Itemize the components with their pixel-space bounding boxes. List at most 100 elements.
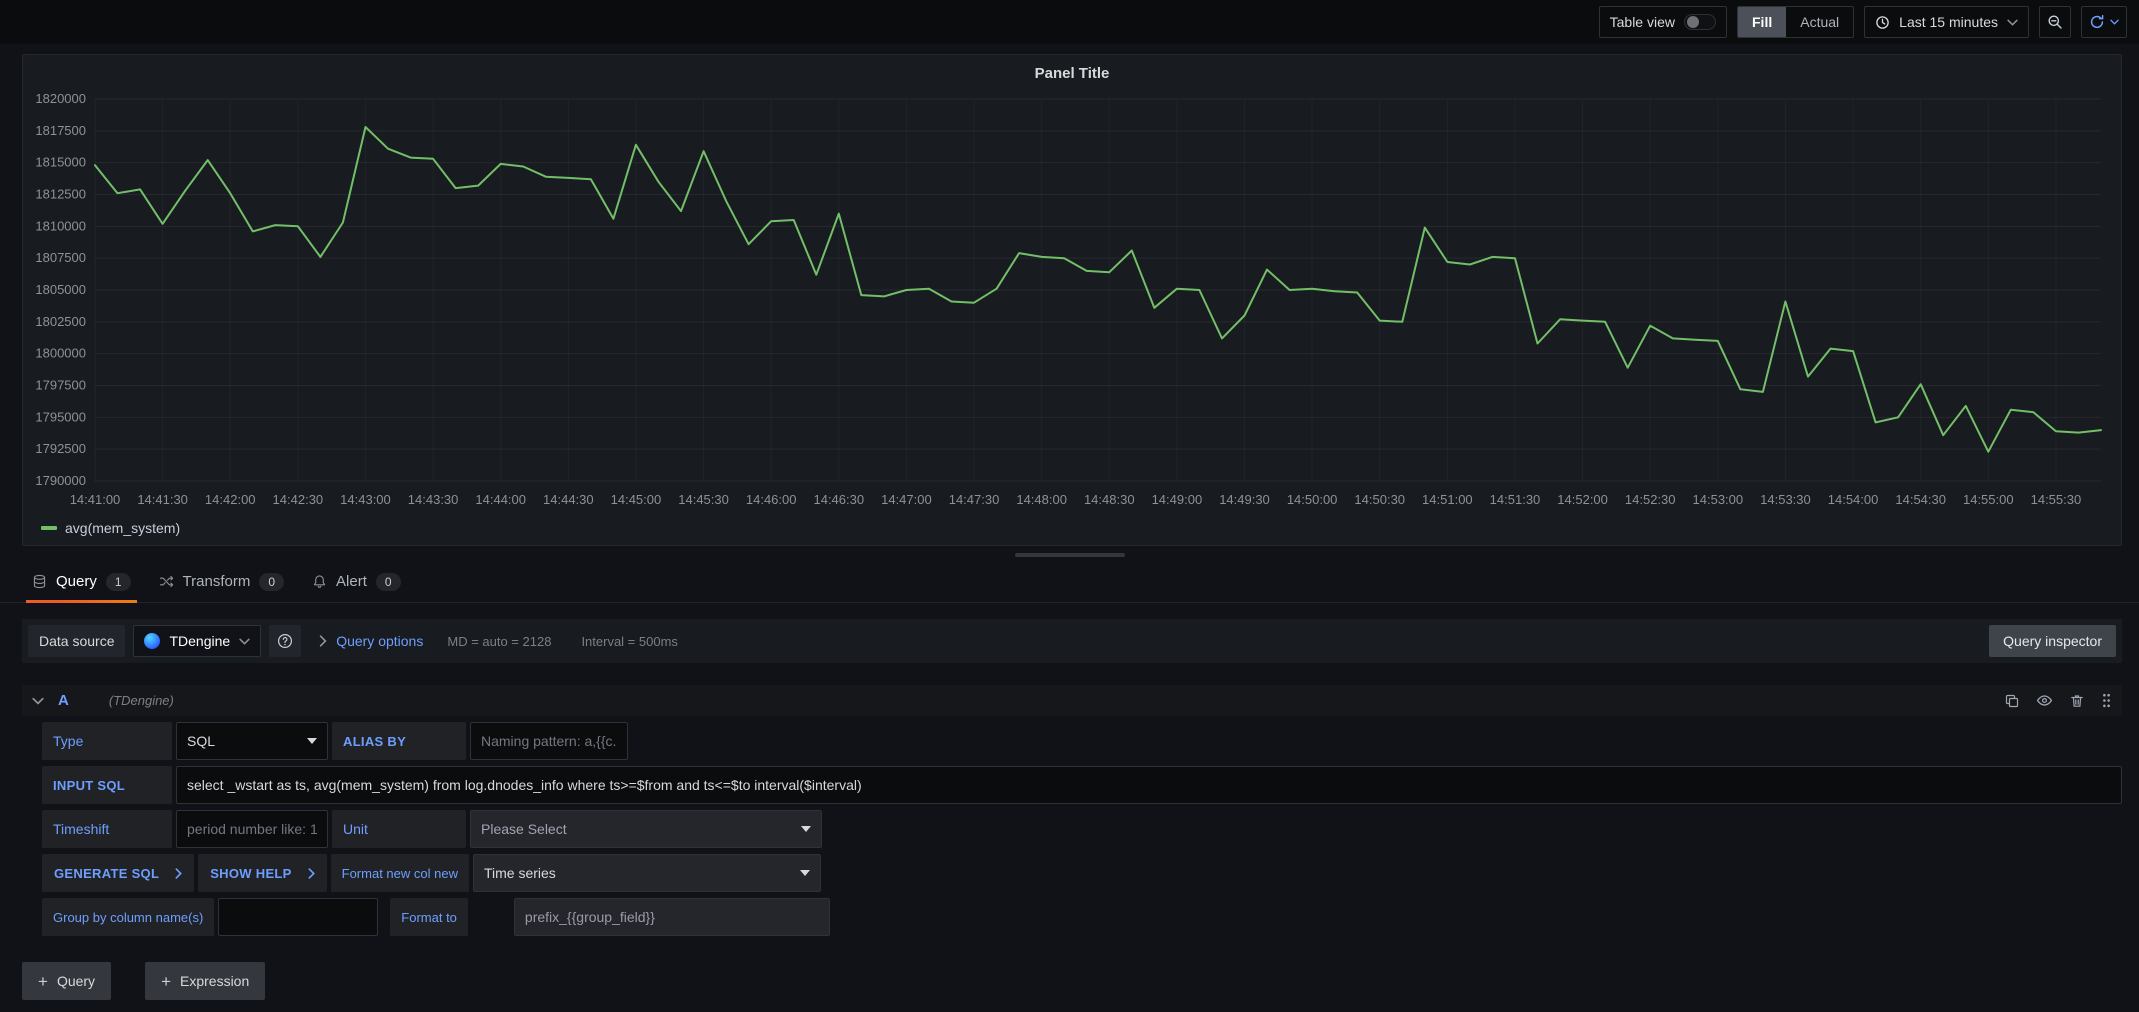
table-view-toggle[interactable]: Table view — [1599, 6, 1727, 38]
svg-text:1810000: 1810000 — [35, 218, 86, 233]
tab-alert-label: Alert — [336, 573, 367, 590]
time-range-picker[interactable]: Last 15 minutes — [1864, 6, 2029, 38]
datasource-value: TDengine — [169, 633, 230, 649]
query-inspector-button[interactable]: Query inspector — [1989, 625, 2116, 657]
hide-response-eye-icon[interactable] — [2036, 692, 2053, 709]
panel-resize-handle[interactable] — [1015, 553, 1125, 557]
svg-text:1817500: 1817500 — [35, 123, 86, 138]
add-expression-button[interactable]: + Expression — [145, 962, 265, 1000]
show-help-button[interactable]: SHOW HELP — [198, 854, 326, 892]
fill-button[interactable]: Fill — [1738, 7, 1786, 37]
svg-text:14:44:00: 14:44:00 — [475, 492, 526, 507]
svg-text:1792500: 1792500 — [35, 441, 86, 456]
tab-query-count: 1 — [106, 573, 131, 591]
chevron-right-icon — [175, 868, 182, 879]
refresh-button[interactable] — [2081, 6, 2127, 38]
collapse-caret-icon[interactable] — [32, 697, 44, 705]
svg-text:14:55:00: 14:55:00 — [1963, 492, 2014, 507]
svg-text:14:54:00: 14:54:00 — [1828, 492, 1879, 507]
svg-text:14:55:30: 14:55:30 — [2031, 492, 2082, 507]
svg-text:14:45:00: 14:45:00 — [611, 492, 662, 507]
query-ref-id[interactable]: A — [58, 692, 69, 709]
tdengine-logo-icon — [144, 633, 160, 649]
delete-query-trash-icon[interactable] — [2069, 693, 2085, 709]
svg-text:1807500: 1807500 — [35, 250, 86, 265]
svg-text:1812500: 1812500 — [35, 187, 86, 202]
tab-transform[interactable]: Transform 0 — [153, 561, 290, 602]
alias-by-label: ALIAS BY — [332, 722, 466, 760]
input-sql-label: INPUT SQL — [42, 766, 172, 804]
max-data-points-text: MD = auto = 2128 — [447, 634, 551, 649]
legend-series-label[interactable]: avg(mem_system) — [65, 520, 180, 536]
tab-query-label: Query — [56, 573, 97, 590]
type-label: Type — [42, 722, 172, 760]
add-query-button[interactable]: + Query — [22, 962, 111, 1000]
format-label: Format new col new — [331, 854, 469, 892]
svg-text:1797500: 1797500 — [35, 378, 86, 393]
drag-handle-icon[interactable] — [2101, 692, 2112, 709]
refresh-icon — [2089, 14, 2105, 30]
format-select[interactable]: Time series — [473, 854, 821, 892]
interval-text: Interval = 500ms — [581, 634, 677, 649]
panel: Panel Title 1790000179250017950001797500… — [22, 54, 2122, 546]
generate-sql-label: GENERATE SQL — [54, 866, 159, 881]
timeseries-chart[interactable]: 1790000179250017950001797500180000018025… — [31, 87, 2113, 515]
svg-text:1800000: 1800000 — [35, 346, 86, 361]
tab-alert[interactable]: Alert 0 — [306, 561, 407, 602]
chevron-down-icon — [801, 826, 811, 832]
transform-icon — [159, 574, 174, 589]
group-by-label: Group by column name(s) — [42, 898, 214, 936]
timeshift-input[interactable] — [176, 810, 328, 848]
svg-text:1802500: 1802500 — [35, 314, 86, 329]
type-select[interactable]: SQL — [176, 722, 328, 760]
format-to-input[interactable] — [514, 898, 830, 936]
svg-text:14:50:30: 14:50:30 — [1354, 492, 1405, 507]
unit-select[interactable]: Please Select — [470, 810, 822, 848]
format-to-label: Format to — [390, 898, 468, 936]
table-view-switch[interactable] — [1684, 14, 1716, 30]
svg-text:14:45:30: 14:45:30 — [678, 492, 729, 507]
refresh-caret-icon — [2110, 19, 2119, 25]
tab-alert-count: 0 — [376, 573, 401, 591]
tab-transform-label: Transform — [183, 573, 251, 590]
timeshift-row: Timeshift Unit Please Select — [42, 810, 2122, 848]
group-by-input[interactable] — [218, 898, 378, 936]
zoom-out-button[interactable] — [2039, 6, 2071, 38]
alias-by-input[interactable] — [470, 722, 628, 760]
top-header: Table view Fill Actual Last 15 minutes — [0, 0, 2139, 44]
datasource-picker[interactable]: TDengine — [133, 625, 261, 657]
svg-text:14:48:30: 14:48:30 — [1084, 492, 1135, 507]
svg-text:14:51:00: 14:51:00 — [1422, 492, 1473, 507]
svg-text:14:46:30: 14:46:30 — [813, 492, 864, 507]
bell-icon — [312, 574, 327, 589]
query-row-header: A (TDengine) — [22, 685, 2122, 716]
table-view-label: Table view — [1610, 14, 1675, 30]
type-select-value: SQL — [187, 733, 215, 749]
svg-text:1790000: 1790000 — [35, 473, 86, 488]
input-sql-input[interactable] — [176, 766, 2122, 804]
svg-text:14:43:00: 14:43:00 — [340, 492, 391, 507]
query-options-toggle[interactable]: Query options — [319, 633, 423, 649]
format-select-value: Time series — [484, 865, 556, 881]
generate-sql-button[interactable]: GENERATE SQL — [42, 854, 194, 892]
datasource-help-button[interactable] — [269, 625, 301, 657]
time-range-label: Last 15 minutes — [1899, 14, 1998, 30]
svg-text:14:48:00: 14:48:00 — [1016, 492, 1067, 507]
actual-button[interactable]: Actual — [1786, 7, 1853, 37]
svg-text:14:49:00: 14:49:00 — [1152, 492, 1203, 507]
tab-query[interactable]: Query 1 — [26, 561, 137, 602]
fill-actual-group: Fill Actual — [1737, 6, 1854, 38]
svg-text:14:49:30: 14:49:30 — [1219, 492, 1270, 507]
chart-canvas[interactable]: 1790000179250017950001797500180000018025… — [31, 87, 2113, 515]
svg-text:1815000: 1815000 — [35, 155, 86, 170]
chevron-down-icon — [239, 638, 250, 645]
svg-text:14:50:00: 14:50:00 — [1287, 492, 1338, 507]
duplicate-query-icon[interactable] — [2004, 693, 2020, 709]
svg-text:14:42:30: 14:42:30 — [273, 492, 324, 507]
svg-text:1820000: 1820000 — [35, 91, 86, 106]
query-datasource-hint: (TDengine) — [109, 693, 174, 708]
input-sql-row: INPUT SQL — [42, 766, 2122, 804]
chevron-down-icon — [307, 738, 317, 744]
show-help-label: SHOW HELP — [210, 866, 291, 881]
clock-icon — [1875, 15, 1890, 30]
